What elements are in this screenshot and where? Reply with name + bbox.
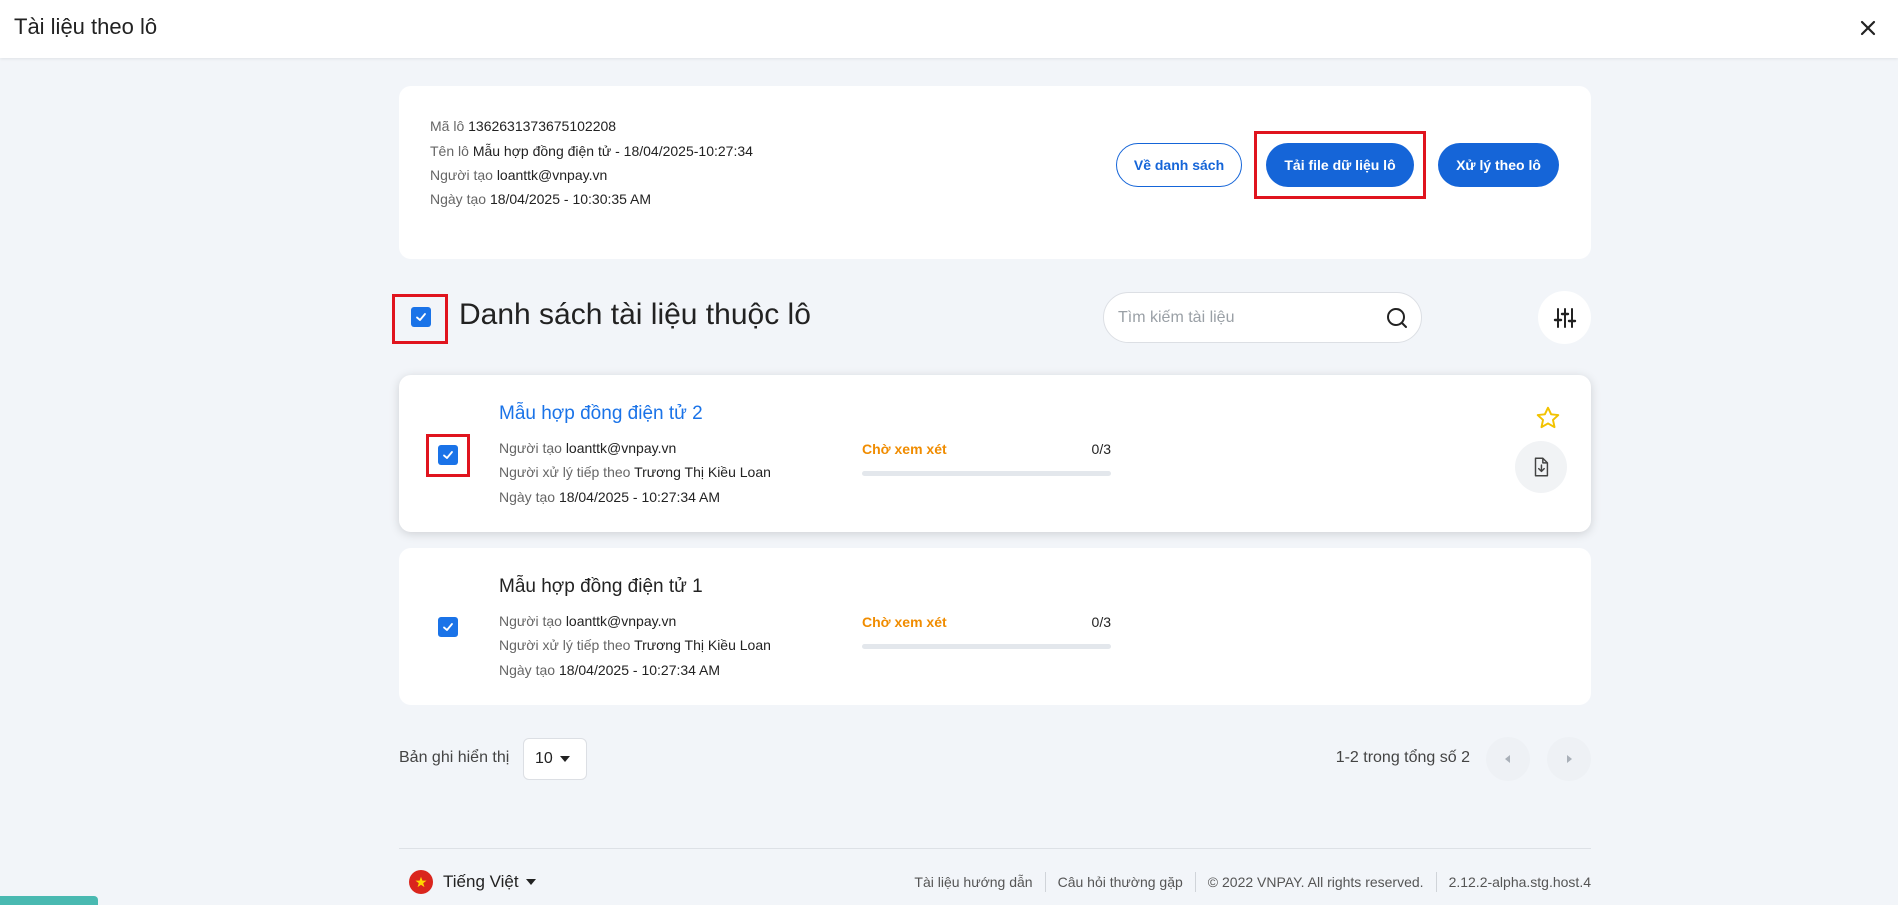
footer-separator <box>1044 872 1046 892</box>
next-handler-label: Người xử lý tiếp theo <box>499 464 631 480</box>
rows-per-page-label: Bản ghi hiển thị <box>399 749 510 766</box>
batch-creator-row: Người tạo loanttk@vnpay.vn <box>430 167 607 183</box>
batch-id-row: Mã lô 1362631373675102208 <box>430 118 616 134</box>
check-icon <box>443 623 453 631</box>
document-checkbox[interactable] <box>438 445 458 465</box>
close-icon <box>1860 20 1876 36</box>
prev-page-button[interactable] <box>1486 737 1530 781</box>
select-all-checkbox[interactable] <box>411 307 431 327</box>
document-creator-row: Người tạo loanttk@vnpay.vn <box>499 613 676 629</box>
creator-label: Người tạo <box>499 440 562 456</box>
document-checkbox[interactable] <box>438 617 458 637</box>
progress-count: 0/3 <box>1091 441 1111 457</box>
pagination-range: 1-2 trong tổng số 2 <box>1335 749 1470 766</box>
filter-button[interactable] <box>1538 291 1591 344</box>
copyright-text: © 2022 VNPAY. All rights reserved. <box>1207 874 1424 890</box>
document-card[interactable]: Mẫu hợp đồng điện tử 1 Người tạo loanttk… <box>399 548 1591 705</box>
creator-value: loanttk@vnpay.vn <box>565 440 677 456</box>
language-selector[interactable]: Tiếng Việt <box>409 870 536 894</box>
batch-name-value: Mẫu hợp đồng điện tử - 18/04/2025-10:27:… <box>472 143 753 159</box>
document-next-handler-row: Người xử lý tiếp theo Trương Thị Kiều Lo… <box>499 464 771 480</box>
date-value: 18/04/2025 - 10:27:34 AM <box>558 662 721 678</box>
download-batch-data-button[interactable]: Tải file dữ liệu lô <box>1266 143 1414 187</box>
batch-id-label: Mã lô <box>430 118 465 134</box>
document-next-handler-row: Người xử lý tiếp theo Trương Thị Kiều Lo… <box>499 637 771 653</box>
footer-separator <box>1435 872 1437 892</box>
caret-down-icon <box>559 756 570 762</box>
close-button[interactable] <box>1854 14 1882 42</box>
modal-header: Tài liệu theo lô <box>0 0 1898 58</box>
batch-date-row: Ngày tạo 18/04/2025 - 10:30:35 AM <box>430 191 651 207</box>
next-page-button[interactable] <box>1547 737 1591 781</box>
footer-separator <box>1194 872 1196 892</box>
download-document-button[interactable] <box>1515 441 1567 493</box>
date-label: Ngày tạo <box>499 489 556 505</box>
footer-divider <box>399 848 1591 849</box>
list-title: Danh sách tài liệu thuộc lô <box>459 298 811 331</box>
document-title[interactable]: Mẫu hợp đồng điện tử 2 <box>499 403 703 425</box>
modal-title: Tài liệu theo lô <box>14 14 158 39</box>
search-input[interactable] <box>1118 293 1378 342</box>
sliders-icon <box>1553 307 1576 328</box>
caret-left-icon <box>1505 755 1510 763</box>
footer-links: Tài liệu hướng dẫn Câu hỏi thường gặp © … <box>914 872 1591 892</box>
vietnam-flag-icon <box>409 870 433 894</box>
favorite-button[interactable] <box>1535 405 1561 431</box>
back-to-list-button[interactable]: Về danh sách <box>1116 143 1242 187</box>
batch-creator-label: Người tạo <box>430 167 493 183</box>
progress-bar <box>862 644 1111 649</box>
batch-id-value: 1362631373675102208 <box>468 118 617 134</box>
status-badge: Chờ xem xét <box>862 614 947 630</box>
guide-link[interactable]: Tài liệu hướng dẫn <box>914 874 1032 890</box>
document-creator-row: Người tạo loanttk@vnpay.vn <box>499 440 676 456</box>
batch-name-row: Tên lô Mẫu hợp đồng điện tử - 18/04/2025… <box>430 143 753 159</box>
rows-per-page-select[interactable]: 10 <box>523 738 587 780</box>
search-icon[interactable] <box>1385 306 1409 330</box>
document-date-row: Ngày tạo 18/04/2025 - 10:27:34 AM <box>499 662 720 678</box>
process-batch-button[interactable]: Xử lý theo lô <box>1438 143 1559 187</box>
check-icon <box>443 451 453 459</box>
batch-date-value: 18/04/2025 - 10:30:35 AM <box>489 191 652 207</box>
file-download-icon <box>1534 457 1549 477</box>
creator-label: Người tạo <box>499 613 562 629</box>
star-icon <box>1536 406 1560 429</box>
language-label: Tiếng Việt <box>443 872 519 891</box>
batch-name-label: Tên lô <box>430 143 469 159</box>
document-title[interactable]: Mẫu hợp đồng điện tử 1 <box>499 576 703 598</box>
document-card[interactable]: Mẫu hợp đồng điện tử 2 Người tạo loanttk… <box>399 375 1591 532</box>
next-handler-value: Trương Thị Kiều Loan <box>634 464 771 480</box>
faq-link[interactable]: Câu hỏi thường gặp <box>1058 874 1183 890</box>
batch-creator-value: loanttk@vnpay.vn <box>496 167 608 183</box>
creator-value: loanttk@vnpay.vn <box>565 613 677 629</box>
version-text: 2.12.2-alpha.stg.host.4 <box>1448 874 1591 890</box>
status-badge: Chờ xem xét <box>862 441 947 457</box>
next-handler-label: Người xử lý tiếp theo <box>499 637 631 653</box>
batch-info-card: Mã lô 1362631373675102208 Tên lô Mẫu hợp… <box>399 86 1591 259</box>
date-label: Ngày tạo <box>499 662 556 678</box>
check-icon <box>416 313 426 321</box>
caret-right-icon <box>1567 755 1572 763</box>
batch-date-label: Ngày tạo <box>430 191 487 207</box>
document-date-row: Ngày tạo 18/04/2025 - 10:27:34 AM <box>499 489 720 505</box>
caret-down-icon <box>525 879 536 885</box>
progress-count: 0/3 <box>1091 614 1111 630</box>
rows-per-page-value: 10 <box>535 750 553 767</box>
progress-bar <box>862 471 1111 476</box>
corner-tab[interactable] <box>0 896 98 905</box>
search-box <box>1103 292 1422 343</box>
next-handler-value: Trương Thị Kiều Loan <box>634 637 771 653</box>
date-value: 18/04/2025 - 10:27:34 AM <box>558 489 721 505</box>
